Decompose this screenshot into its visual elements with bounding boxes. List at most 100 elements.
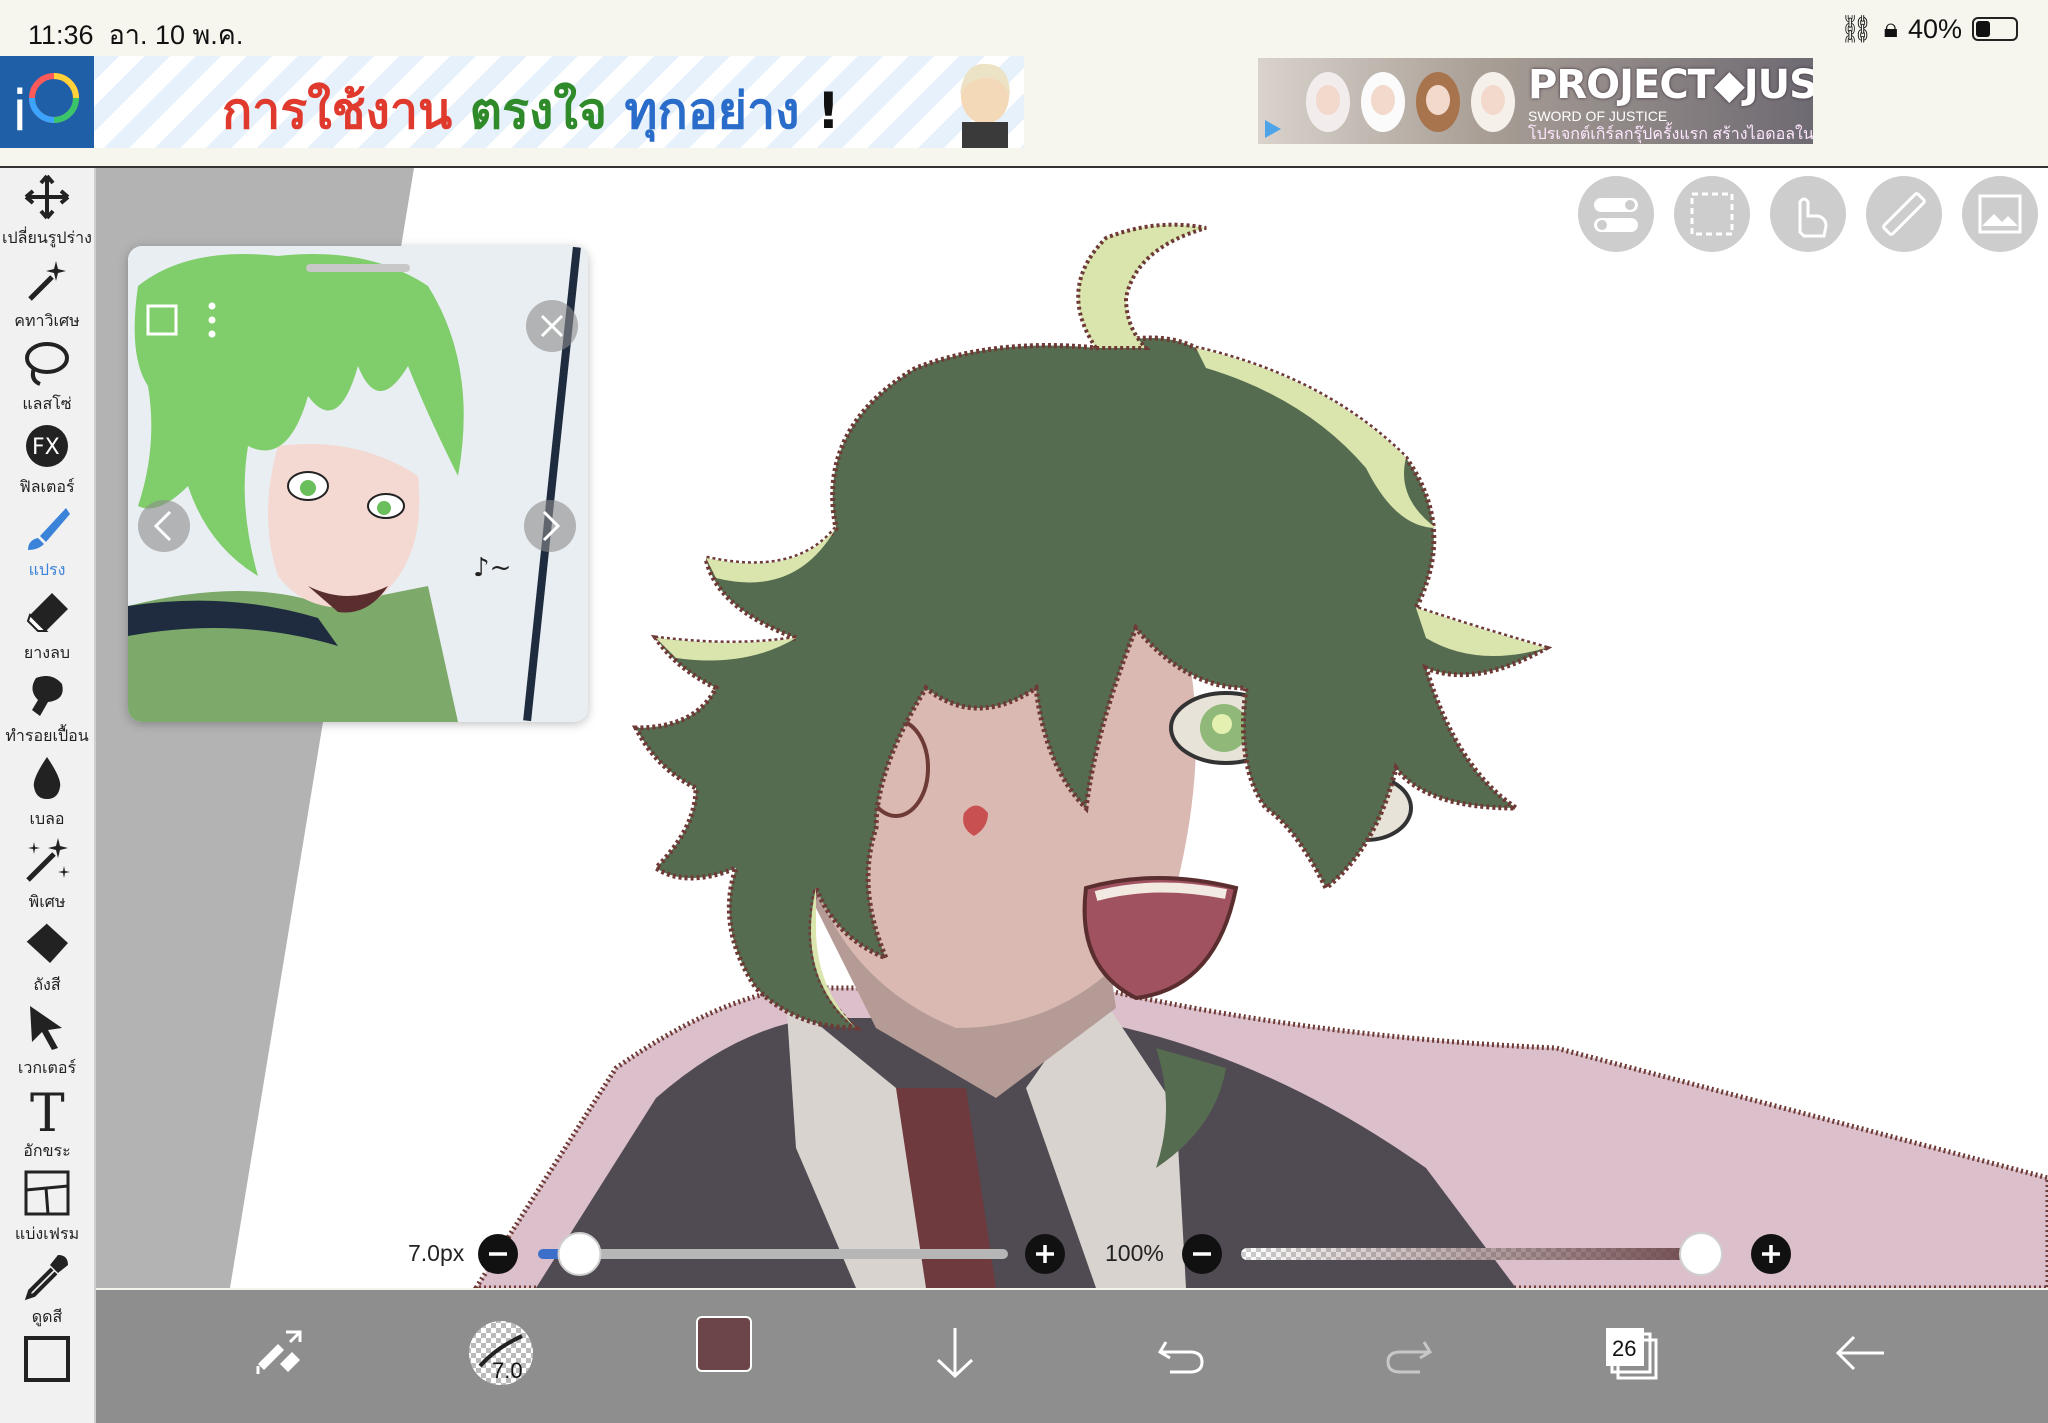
more-vertical-icon[interactable] <box>202 298 222 342</box>
tool-palette: เปลี่ยนรูปร่าง คทาวิเศษ แลสโซ่ FX ฟิลเตอ… <box>0 168 96 1423</box>
opacity-decrease-icon[interactable] <box>1180 1232 1224 1276</box>
status-time: 11:36 อา. 10 พ.ค. <box>28 20 244 50</box>
sparkle-icon <box>26 838 70 882</box>
size-decrease-icon[interactable] <box>476 1232 520 1276</box>
ad-banner-left[interactable]: การใช้งาน ตรงใจ ทุกอย่าง ! <box>94 56 1024 148</box>
tool-label: เปลี่ยนรูปร่าง <box>2 228 92 247</box>
swap-tool-icon[interactable] <box>244 1318 314 1388</box>
opacity-knob[interactable] <box>1679 1232 1723 1276</box>
toggle-icon <box>1594 198 1638 232</box>
back-arrow-icon[interactable] <box>1826 1318 1896 1388</box>
tool-smudge[interactable]: ทำรอยเปื้อน <box>0 666 94 749</box>
tool-vector[interactable]: เวกเตอร์ <box>0 998 94 1081</box>
status-indicators: ⛓ 🔒︎ 40% <box>1839 13 2018 45</box>
tool-blur[interactable]: เบลอ <box>0 749 94 832</box>
svg-text:♪~: ♪~ <box>473 553 511 583</box>
status-date: อา. 10 พ.ค. <box>108 20 244 50</box>
tool-lasso[interactable]: แลสโซ่ <box>0 334 94 417</box>
ad-character-icon <box>960 63 1010 148</box>
ad-banner-left-text: การใช้งาน ตรงใจ ทุกอย่าง ! <box>222 72 840 148</box>
tool-frame[interactable]: แบ่งเฟรม <box>0 1164 94 1247</box>
tool-fill[interactable]: ถังสี <box>0 915 94 998</box>
expand-icon[interactable] <box>144 302 180 338</box>
ruler-button[interactable] <box>1866 176 1942 252</box>
tool-canvas[interactable] <box>0 1330 94 1413</box>
opacity-track[interactable] <box>1241 1232 1737 1276</box>
fx-icon: FX <box>26 425 68 467</box>
hand-touch-icon <box>1798 197 1828 238</box>
tool-label: ถังสี <box>33 975 61 994</box>
ad-idols-icon <box>1306 72 1515 132</box>
ibispaint-logo-icon[interactable]: i <box>0 56 94 148</box>
tool-brush[interactable]: แปรง <box>0 500 94 583</box>
tool-label: เวกเตอร์ <box>17 1058 77 1077</box>
tool-label: ฟิลเตอร์ <box>19 477 75 496</box>
size-increase-icon[interactable] <box>1023 1232 1067 1276</box>
frame-divider-icon <box>24 1170 70 1216</box>
reference-drag-handle[interactable] <box>306 264 410 272</box>
layer-count: 26 <box>1612 1336 1637 1361</box>
tool-eyedropper[interactable]: ดูดสี <box>0 1247 94 1330</box>
canvas-frame-icon <box>24 1336 70 1382</box>
bottom-toolbar: 7.0 26 <box>96 1290 2048 1423</box>
canvas-top-buttons <box>1578 176 2038 252</box>
ad-banner-right[interactable]: PROJECT◆JUSTICE SWORD OF JUSTICE โปรเจกต… <box>1258 58 1813 144</box>
tool-special[interactable]: พิเศษ <box>0 832 94 915</box>
toggle-panel-button[interactable] <box>1578 176 1654 252</box>
tool-label: แบ่งเฟรม <box>14 1224 80 1243</box>
touch-button[interactable] <box>1770 176 1846 252</box>
tool-label: ดูดสี <box>31 1307 63 1326</box>
selection-rect-icon <box>1690 192 1734 236</box>
text-t-icon: T <box>30 1085 65 1135</box>
opacity-slider[interactable]: 100% <box>1105 1228 1795 1278</box>
tool-text[interactable]: T อักขระ <box>0 1081 94 1164</box>
tool-magic-wand[interactable]: คทาวิเศษ <box>0 251 94 334</box>
current-color-swatch[interactable] <box>696 1316 752 1372</box>
brush-size-slider[interactable]: 7.0px <box>408 1228 1073 1278</box>
ruler-icon <box>1882 192 1926 236</box>
battery-percent: 40% <box>1907 13 1962 44</box>
brush-size-label: 7.0px <box>408 1240 465 1266</box>
next-icon[interactable] <box>522 498 578 554</box>
layers-button[interactable]: 26 <box>1596 1318 1666 1388</box>
battery-icon <box>1972 17 2018 41</box>
download-arrow-icon[interactable] <box>920 1318 990 1388</box>
reference-image: ♪~ <box>128 246 588 722</box>
brush-icon <box>28 508 70 550</box>
brush-settings-button[interactable]: 7.0 <box>466 1318 536 1388</box>
ad-text-2: ตรงใจ <box>469 82 608 140</box>
ad-banner-right-tag: โปรเจกต์เกิร์ลกรุ๊ปครั้งแรก สร้างไอดอลใน… <box>1528 126 1813 143</box>
bucket-icon <box>25 922 68 963</box>
tool-filter[interactable]: FX ฟิลเตอร์ <box>0 417 94 500</box>
brush-size-badge: 7.0 <box>492 1358 523 1383</box>
status-bar: 11:36 อา. 10 พ.ค. ⛓ 🔒︎ 40% <box>0 0 2048 54</box>
ad-bar: i การใช้งาน ตรงใจ ทุกอย่าง ! PROJECT◆JUS… <box>0 54 2048 168</box>
link-icon: ⛓ <box>1839 14 1874 44</box>
selection-button[interactable] <box>1674 176 1750 252</box>
eraser-icon <box>26 593 68 632</box>
opacity-increase-icon[interactable] <box>1749 1232 1793 1276</box>
size-track[interactable] <box>538 1232 1018 1276</box>
redo-icon[interactable] <box>1374 1318 1444 1388</box>
reference-window[interactable]: ♪~ <box>128 246 588 722</box>
tool-label: คทาวิเศษ <box>14 311 80 330</box>
magic-wand-icon <box>28 261 66 301</box>
size-knob[interactable] <box>557 1232 602 1276</box>
undo-icon[interactable] <box>1146 1318 1216 1388</box>
tool-eraser[interactable]: ยางลบ <box>0 583 94 666</box>
image-icon <box>1978 194 2022 234</box>
tool-label: ทำรอยเปื้อน <box>5 726 89 745</box>
ad-choices-icon[interactable] <box>1262 118 1284 140</box>
opacity-label: 100% <box>1105 1240 1164 1266</box>
close-icon[interactable] <box>524 298 580 354</box>
previous-icon[interactable] <box>136 498 192 554</box>
eyedropper-icon <box>24 1255 68 1301</box>
ad-text-3: ทุกอย่าง <box>624 82 800 140</box>
tool-transform[interactable]: เปลี่ยนรูปร่าง <box>0 168 94 251</box>
reference-image-button[interactable] <box>1962 176 2038 252</box>
ad-text-1: การใช้งาน <box>222 82 453 140</box>
tool-label: แลสโซ่ <box>22 394 72 413</box>
move-arrows-icon <box>24 174 70 220</box>
rotation-lock-icon: 🔒︎ <box>1883 13 1898 43</box>
svg-text:FX: FX <box>32 435 60 460</box>
